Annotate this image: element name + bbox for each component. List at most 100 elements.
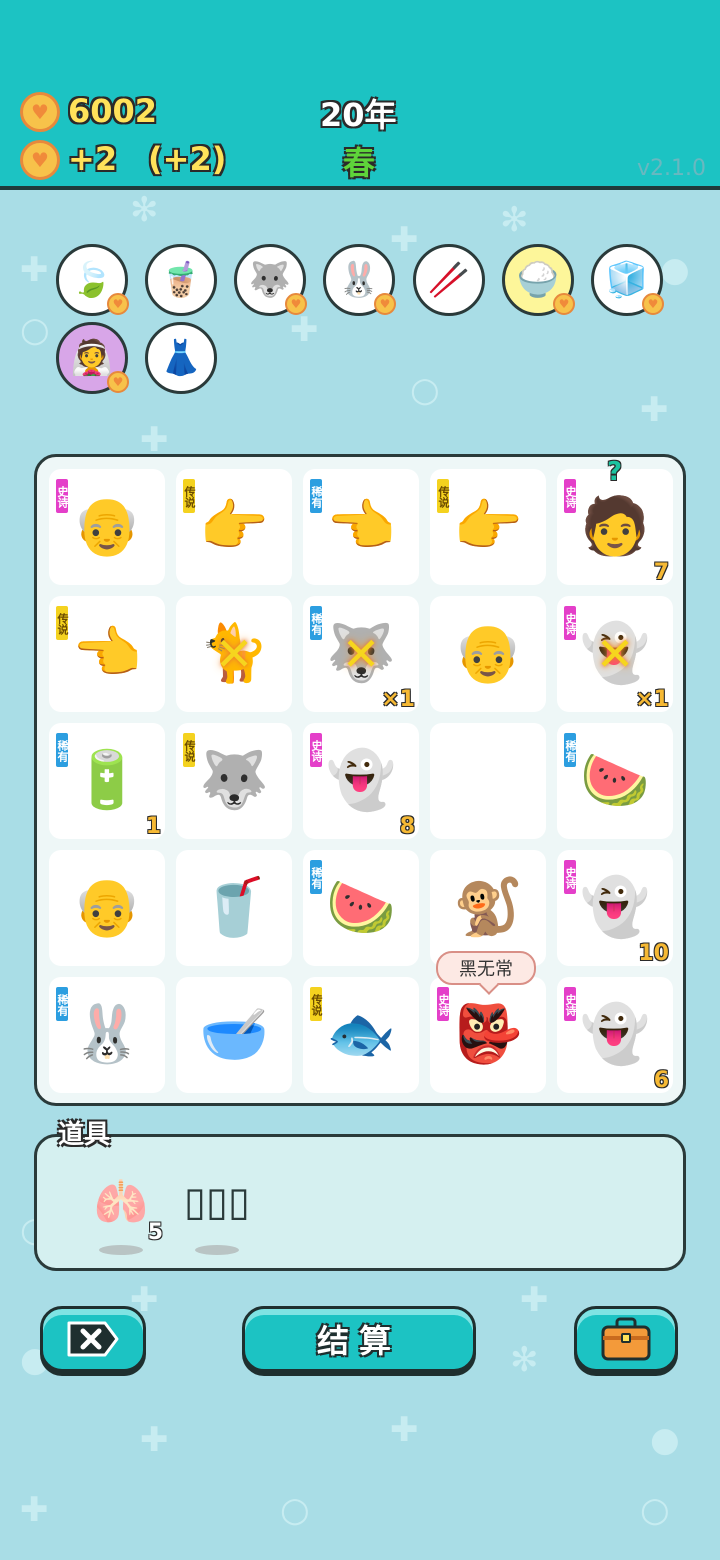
close-tag-icon <box>67 1321 119 1357</box>
item-tooltip: 黑无常 <box>436 951 536 985</box>
board-cell[interactable]: 稀有 👈 <box>303 469 419 585</box>
rabbit-icon: 🐰 <box>337 260 381 300</box>
wedding-couple-icon: 👰 <box>70 338 114 378</box>
liver-icon: 🫁 <box>93 1177 149 1228</box>
prop-shadow <box>99 1245 143 1255</box>
rarity-tag: 稀有 <box>308 858 324 896</box>
bag-button[interactable] <box>574 1306 678 1372</box>
board-cell[interactable]: 🥤 <box>176 850 292 966</box>
collected-item-sugar-cubes[interactable]: 🧊 ♥ <box>591 244 664 316</box>
rarity-tag: 传说 <box>308 985 324 1023</box>
coin-income-icon: ♥ <box>20 140 60 180</box>
ghost-icon: 👻 <box>580 1002 650 1067</box>
board-cell[interactable]: 传说 🐺 <box>176 723 292 839</box>
board-cell[interactable]: 稀有 🔋 1 <box>49 723 165 839</box>
board-cell[interactable]: 史诗 👴 <box>49 469 165 585</box>
board-cell[interactable]: 史诗 👻 6 <box>557 977 673 1093</box>
power-bank-icon: 🔋 <box>72 748 142 813</box>
board-cell[interactable]: 史诗 🧑? 7 <box>557 457 673 585</box>
year-label: 20年 <box>320 96 397 134</box>
pointing-hand-left-icon: 👈 <box>72 621 142 686</box>
old-man-icon: 👴 <box>453 621 523 686</box>
soda-cup-icon: 🥤 <box>199 875 269 940</box>
board-cell[interactable]: 稀有 🍉 <box>303 850 419 966</box>
rarity-tag: 传说 <box>54 604 70 642</box>
prop-shadow <box>195 1245 239 1255</box>
cell-count: ×1 <box>635 687 669 712</box>
rarity-tag: 传说 <box>181 731 197 769</box>
collected-item-skirt[interactable]: 👗 <box>145 322 217 394</box>
board-cell[interactable]: 🐒 <box>430 850 546 966</box>
collected-item-rabbit[interactable]: 🐰 ♥ <box>323 244 396 316</box>
board-cell[interactable]: 传说 👉 <box>430 469 546 585</box>
board-cell[interactable] <box>430 723 546 839</box>
masked-man-icon: 🧑 <box>580 494 650 559</box>
board-cell[interactable]: 史诗 👻 8 <box>303 723 419 839</box>
collected-item-rice-bowl[interactable]: 🍚 ♥ <box>502 244 575 316</box>
rarity-tag: 稀有 <box>54 985 70 1023</box>
board-cell[interactable]: 稀有 🐺 ✕ ×1 <box>303 596 419 712</box>
board-cell[interactable]: 👴 <box>49 850 165 966</box>
heart-badge-icon: ♥ <box>642 293 664 315</box>
ghost-icon: 👻 <box>326 748 396 813</box>
prop-item[interactable]: ▯▯▯ <box>177 1157 257 1255</box>
slot-board: 史诗 👴 传说 👉 稀有 👈 传说 👉 史诗 🧑? 7 传说 👈 🐈 ✕ 稀有 🐺 ✕ ×1 👴 史诗 👻 ✕ ×1 稀有 🔋 1 传… <box>34 454 686 1106</box>
collected-item-bubble-tea[interactable]: 🧋 <box>145 244 217 316</box>
husky-king-icon: 🐺 <box>199 748 269 813</box>
prop-item[interactable]: 🫁 5 <box>81 1157 163 1255</box>
soup-bowl-icon: 🥣 <box>199 1002 269 1067</box>
board-cell[interactable]: 史诗 👻 ✕ ×1 <box>557 596 673 712</box>
rice-bowl-icon: 🍚 <box>516 260 560 300</box>
heart-badge-icon: ♥ <box>285 293 307 315</box>
heart-badge-icon: ♥ <box>107 293 129 315</box>
settle-button[interactable]: 结算 <box>242 1306 476 1372</box>
watermelon-icon: 🍉 <box>580 748 650 813</box>
collected-item-chopsticks[interactable]: 🥢 <box>413 244 485 316</box>
board-cell[interactable]: 🐈 ✕ <box>176 596 292 712</box>
season-label: 春 <box>343 144 376 182</box>
top-status-bar: ♥ 6002 ♥ +2 (+2) 20年 春 v2.1.0 <box>0 0 720 190</box>
rarity-tag: 史诗 <box>435 985 451 1023</box>
rarity-tag: 稀有 <box>562 731 578 769</box>
coin-icon: ♥ <box>20 92 60 132</box>
board-cell[interactable]: 传说 👉 <box>176 469 292 585</box>
board-cell[interactable]: 👴 <box>430 596 546 712</box>
koi-fish-icon: 🐟 <box>326 1002 396 1067</box>
collected-item-leaf[interactable]: 🍃 ♥ <box>56 244 129 316</box>
collected-item-husky[interactable]: 🐺 ♥ <box>234 244 307 316</box>
board-cell[interactable]: 传说 👈 <box>49 596 165 712</box>
coin-total: 6002 <box>68 92 158 130</box>
collected-item-wedding-couple[interactable]: 👰 ♥ <box>56 322 129 394</box>
eliminated-x-icon: ✕ <box>214 627 254 681</box>
board-cell[interactable]: 🥣 <box>176 977 292 1093</box>
black-white-impermanence-icon: 👺 <box>453 1002 523 1067</box>
board-cell[interactable]: 传说 🐟 <box>303 977 419 1093</box>
cell-count: 7 <box>653 560 669 585</box>
rarity-tag: 稀有 <box>308 477 324 515</box>
heart-badge-icon: ♥ <box>553 293 575 315</box>
watermelon-icon: 🍉 <box>326 875 396 940</box>
chopsticks-icon: 🥢 <box>427 260 471 300</box>
prop-count: 5 <box>147 1220 163 1245</box>
rarity-tag: 史诗 <box>308 731 324 769</box>
pointing-hand-gold-icon: 👉 <box>199 494 269 559</box>
cell-count: 10 <box>638 941 669 966</box>
coin-income: +2 <box>68 140 118 178</box>
board-cell[interactable]: 史诗 👻 10 <box>557 850 673 966</box>
board-cell[interactable]: 稀有 🐰 <box>49 977 165 1093</box>
rarity-tag: 稀有 <box>308 604 324 642</box>
question-mark-icon: ? <box>607 457 623 487</box>
eliminated-x-icon: ✕ <box>341 627 381 681</box>
empty-slots-icon: ▯▯▯ <box>183 1179 251 1225</box>
version-label: v2.1.0 <box>637 156 706 181</box>
props-title: 道具 <box>58 1120 111 1150</box>
board-cell[interactable]: 稀有 🍉 <box>557 723 673 839</box>
heart-badge-icon: ♥ <box>374 293 396 315</box>
monkey-icon: 🐒 <box>453 875 523 940</box>
heart-badge-icon: ♥ <box>107 371 129 393</box>
exit-button[interactable] <box>40 1306 146 1372</box>
briefcase-icon <box>601 1317 651 1361</box>
rarity-tag: 传说 <box>181 477 197 515</box>
rarity-tag: 史诗 <box>562 858 578 896</box>
cell-count: 6 <box>653 1068 669 1093</box>
